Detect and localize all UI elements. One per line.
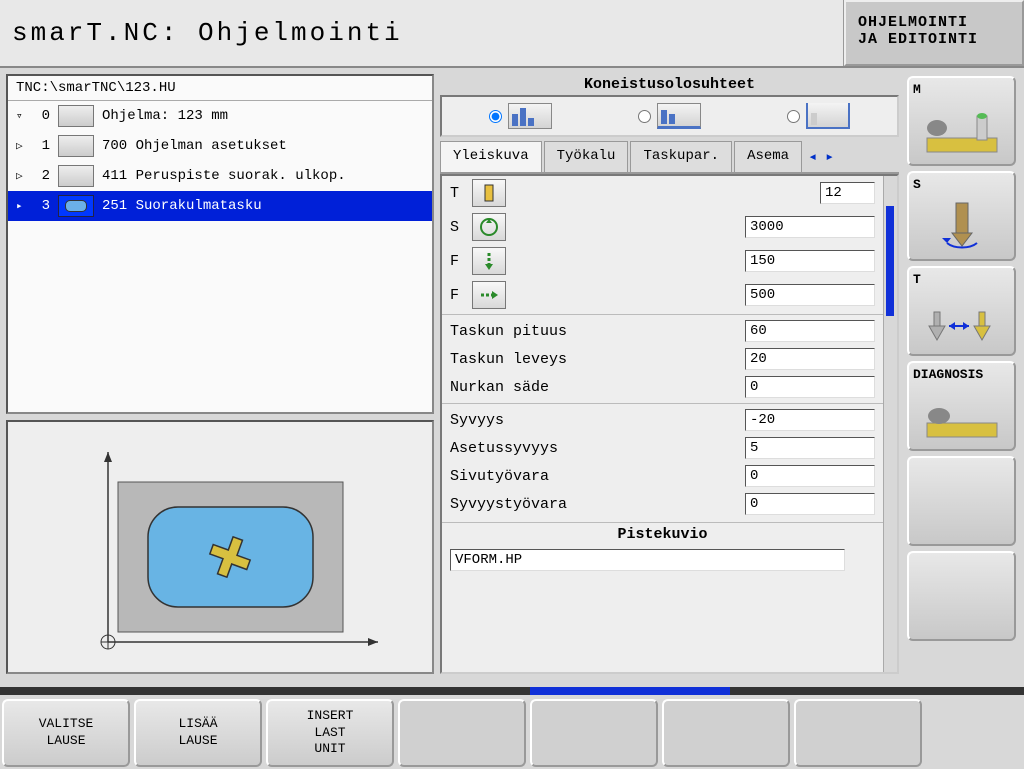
tab-tool[interactable]: Työkalu bbox=[544, 141, 629, 172]
softkey-7[interactable] bbox=[794, 699, 922, 767]
softkey-4[interactable] bbox=[398, 699, 526, 767]
softkey-3[interactable]: INSERT LAST UNIT bbox=[266, 699, 394, 767]
tab-position[interactable]: Asema bbox=[734, 141, 802, 172]
s-input[interactable] bbox=[745, 216, 875, 238]
softkey-6[interactable] bbox=[662, 699, 790, 767]
depth-allowance-label: Syvyystyövara bbox=[450, 496, 745, 513]
side-s-button[interactable]: S bbox=[907, 171, 1016, 261]
side-allowance-label: Sivutyövara bbox=[450, 468, 745, 485]
t-label: T bbox=[450, 185, 472, 202]
f2-input[interactable] bbox=[745, 284, 875, 306]
f1-input[interactable] bbox=[745, 250, 875, 272]
set-depth-label: Asetussyvyys bbox=[450, 440, 745, 457]
form-scrollbar[interactable] bbox=[883, 176, 897, 672]
pattern-file-input[interactable] bbox=[450, 549, 845, 571]
tree-item-0[interactable]: ▿0Ohjelma: 123 mm bbox=[8, 101, 432, 131]
side-m-button[interactable]: M bbox=[907, 76, 1016, 166]
tool-icon bbox=[472, 179, 506, 207]
side-empty-1[interactable] bbox=[907, 456, 1016, 546]
tree-item-2[interactable]: ▷2411 Peruspiste suorak. ulkop. bbox=[8, 161, 432, 191]
s-label: S bbox=[450, 219, 472, 236]
feed-right-icon bbox=[472, 281, 506, 309]
corner-radius-label: Nurkan säde bbox=[450, 379, 745, 396]
softkey-5[interactable] bbox=[530, 699, 658, 767]
side-diagnosis-button[interactable]: DIAGNOSIS bbox=[907, 361, 1016, 451]
corner-radius-input[interactable] bbox=[745, 376, 875, 398]
graphic-preview bbox=[6, 420, 434, 674]
tab-pocket[interactable]: Taskupar. bbox=[630, 141, 732, 172]
program-tree-panel: TNC:\smarTNC\123.HU ▿0Ohjelma: 123 mm▷17… bbox=[6, 74, 434, 414]
f1-label: F bbox=[450, 253, 472, 270]
machining-mode-radios bbox=[440, 95, 899, 137]
softkey-bar: VALITSE LAUSE LISÄÄ LAUSE INSERT LAST UN… bbox=[0, 687, 1024, 769]
tab-overview[interactable]: Yleiskuva bbox=[440, 141, 542, 172]
tree-item-3[interactable]: ▸3251 Suorakulmatasku bbox=[8, 191, 432, 221]
radio-finish[interactable] bbox=[787, 103, 850, 129]
pattern-section-title: Pistekuvio bbox=[442, 522, 883, 546]
radio-mill[interactable] bbox=[489, 103, 552, 129]
params-title: Koneistusolosuhteet bbox=[440, 74, 899, 95]
tab-bar: Yleiskuva Työkalu Taskupar. Asema ◂ ▸ bbox=[440, 141, 899, 174]
pocket-length-input[interactable] bbox=[745, 320, 875, 342]
set-depth-input[interactable] bbox=[745, 437, 875, 459]
softkey-1[interactable]: VALITSE LAUSE bbox=[2, 699, 130, 767]
pocket-width-input[interactable] bbox=[745, 348, 875, 370]
t-input[interactable] bbox=[820, 182, 875, 204]
depth-label: Syvyys bbox=[450, 412, 745, 429]
depth-input[interactable] bbox=[745, 409, 875, 431]
radio-rough[interactable] bbox=[638, 103, 701, 129]
tab-prev-icon[interactable]: ◂ bbox=[804, 141, 821, 172]
pocket-length-label: Taskun pituus bbox=[450, 323, 745, 340]
pocket-width-label: Taskun leveys bbox=[450, 351, 745, 368]
tree-item-1[interactable]: ▷1700 Ohjelman asetukset bbox=[8, 131, 432, 161]
softkey-2[interactable]: LISÄÄ LAUSE bbox=[134, 699, 262, 767]
depth-allowance-input[interactable] bbox=[745, 493, 875, 515]
tab-next-icon[interactable]: ▸ bbox=[821, 141, 838, 172]
f2-label: F bbox=[450, 287, 472, 304]
app-title: smarT.NC: Ohjelmointi bbox=[0, 0, 844, 66]
file-path: TNC:\smarTNC\123.HU bbox=[8, 76, 432, 101]
mode-button[interactable]: OHJELMOINTI JA EDITOINTI bbox=[844, 0, 1024, 66]
feed-down-icon bbox=[472, 247, 506, 275]
side-empty-2[interactable] bbox=[907, 551, 1016, 641]
side-allowance-input[interactable] bbox=[745, 465, 875, 487]
side-t-button[interactable]: T bbox=[907, 266, 1016, 356]
spindle-icon bbox=[472, 213, 506, 241]
